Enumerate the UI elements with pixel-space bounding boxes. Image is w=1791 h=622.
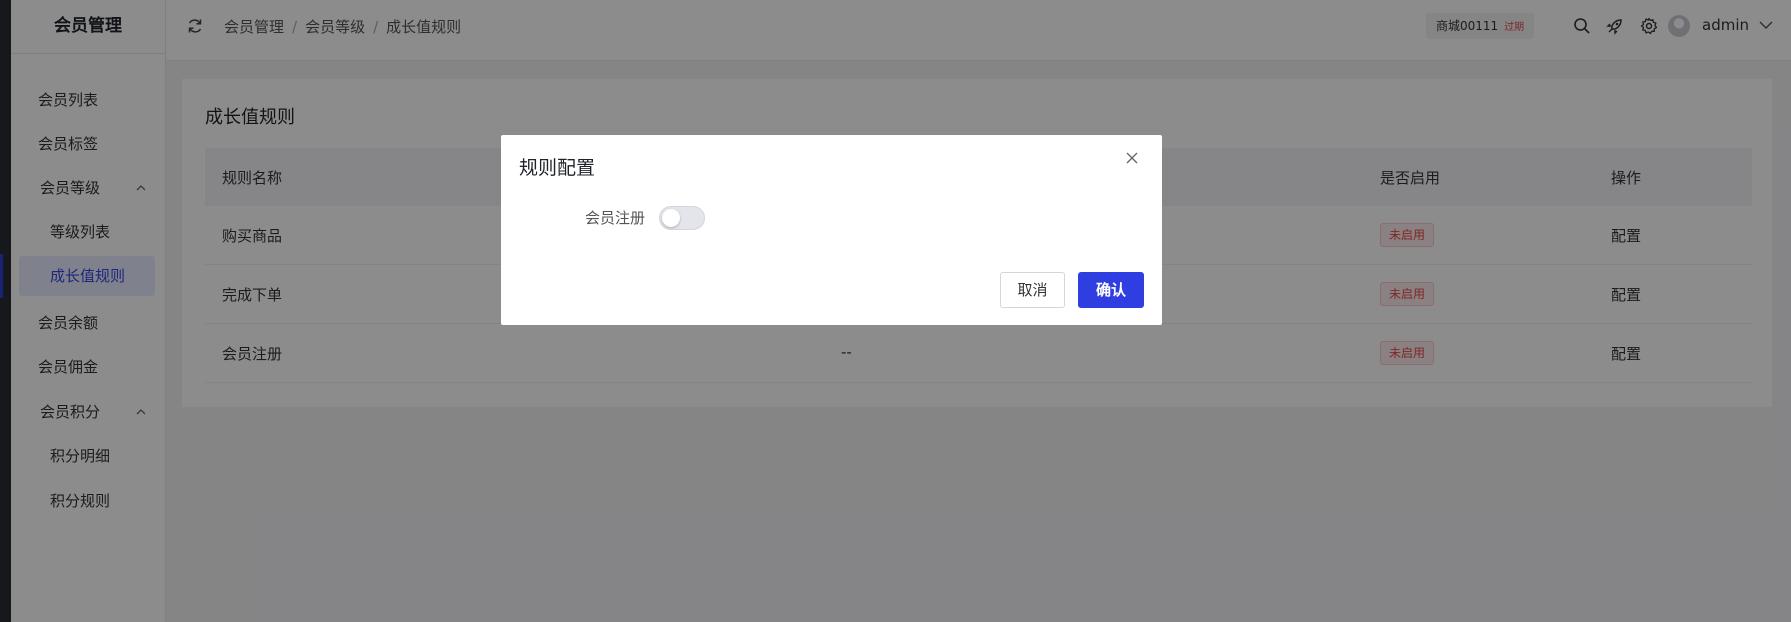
dialog-title: 规则配置 <box>519 157 596 179</box>
rule-config-dialog: 规则配置 会员注册 取消 确认 <box>501 135 1162 325</box>
close-icon[interactable] <box>1125 151 1139 165</box>
cancel-button[interactable]: 取消 <box>1000 272 1065 308</box>
enable-switch[interactable] <box>659 206 705 230</box>
switch-knob <box>662 209 680 227</box>
confirm-button[interactable]: 确认 <box>1078 272 1144 308</box>
field-label: 会员注册 <box>585 209 646 227</box>
